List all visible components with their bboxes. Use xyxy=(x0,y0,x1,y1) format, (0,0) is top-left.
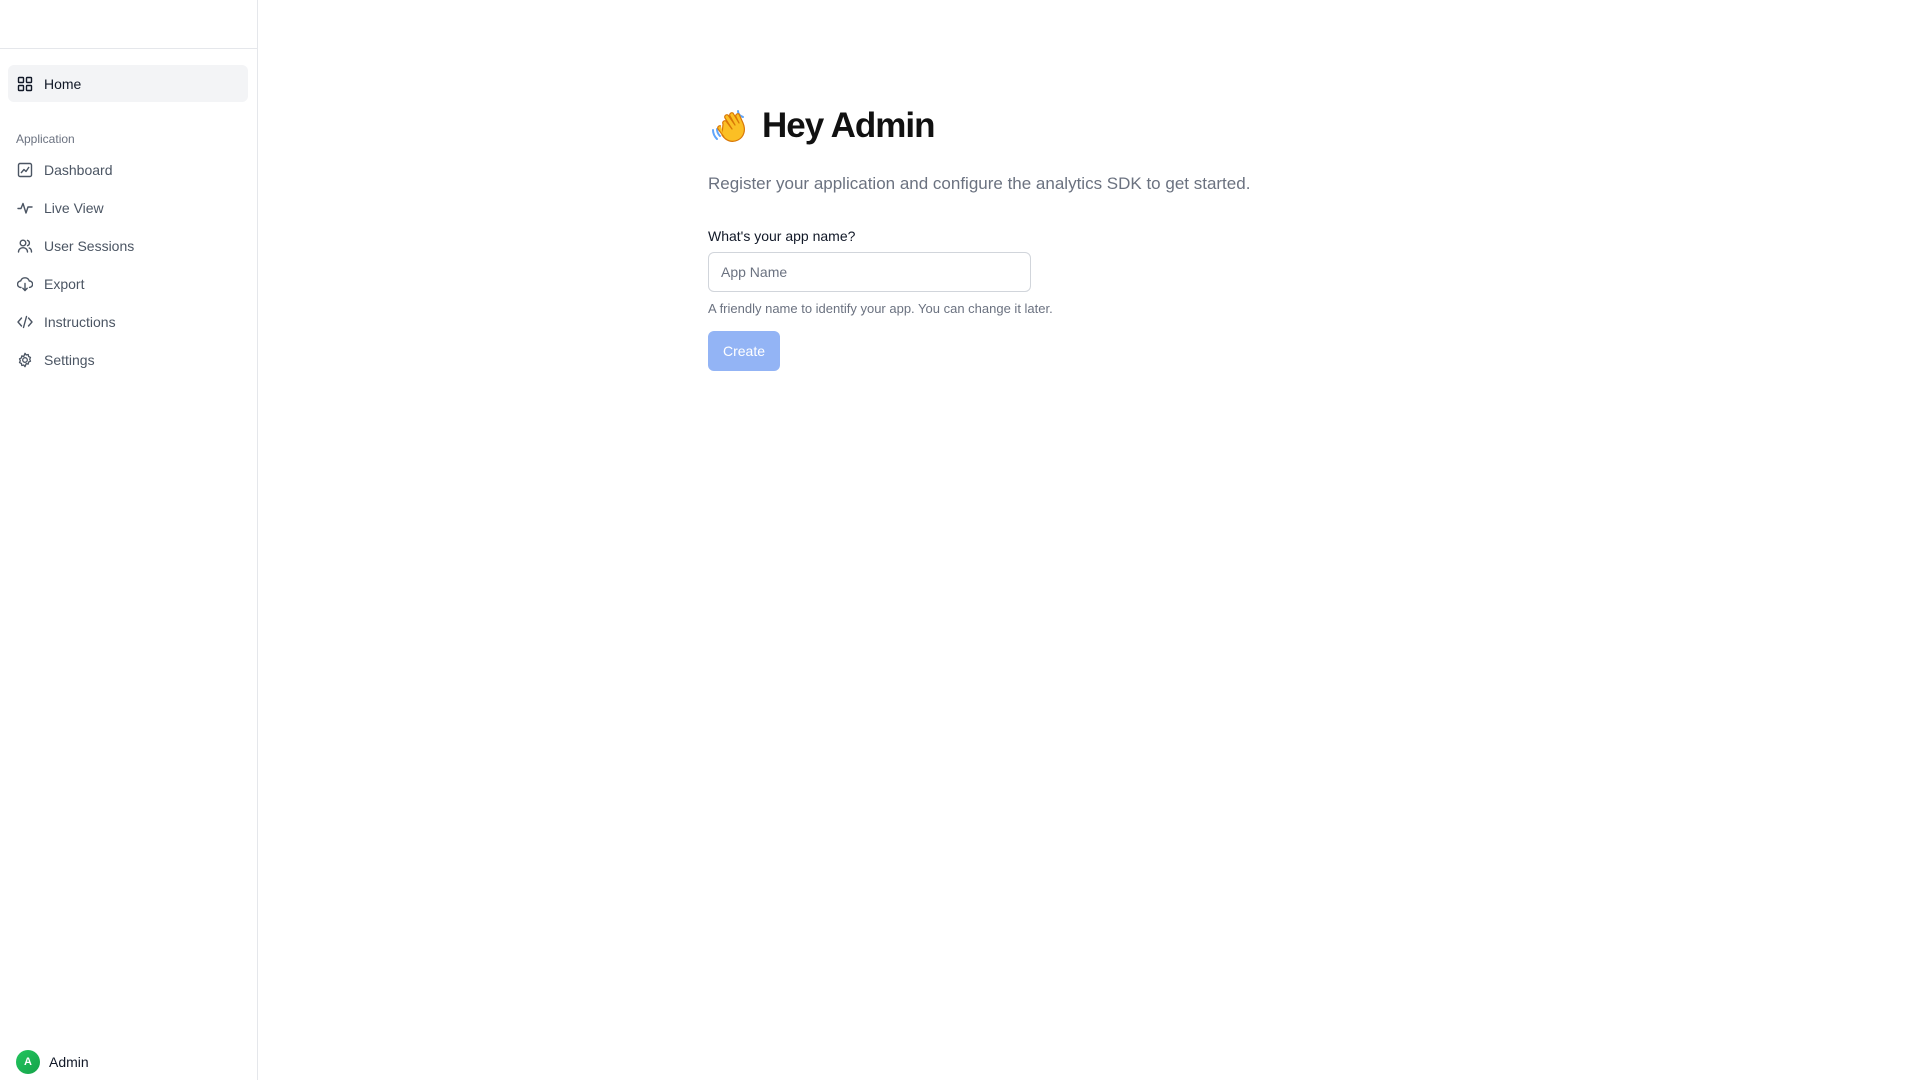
sidebar-item-label: Live View xyxy=(44,199,104,216)
page-subtitle: Register your application and configure … xyxy=(708,174,1251,193)
grid-icon xyxy=(16,75,34,93)
app-name-label: What's your app name? xyxy=(708,228,856,244)
sidebar: Home Application Dashboard Live View Use… xyxy=(0,0,258,1080)
sidebar-item-label: Export xyxy=(44,275,85,292)
cloud-download-icon xyxy=(16,275,34,293)
main-content: Hey Admin Register your application and … xyxy=(259,0,1920,1080)
page-title: Hey Admin xyxy=(762,106,936,145)
sidebar-item-user-sessions[interactable]: User Sessions xyxy=(8,227,248,264)
greeting-row: Hey Admin xyxy=(708,104,1408,148)
sidebar-item-dashboard[interactable]: Dashboard xyxy=(8,151,248,188)
sidebar-item-label: Dashboard xyxy=(44,161,113,178)
sidebar-header xyxy=(0,0,257,49)
gear-icon xyxy=(16,351,34,369)
app-name-helper: A friendly name to identify your app. Yo… xyxy=(708,301,1053,316)
sidebar-item-label: Settings xyxy=(44,351,95,368)
sidebar-item-instructions[interactable]: Instructions xyxy=(8,303,248,340)
activity-icon xyxy=(16,199,34,217)
sidebar-item-label: User Sessions xyxy=(44,237,135,254)
user-menu[interactable]: A Admin xyxy=(16,1050,89,1074)
sidebar-item-label: Home xyxy=(44,75,82,92)
onboarding-panel: Hey Admin Register your application and … xyxy=(708,104,1408,371)
sidebar-item-settings[interactable]: Settings xyxy=(8,341,248,378)
section-label-application: Application xyxy=(16,132,75,146)
sidebar-item-label: Instructions xyxy=(44,313,116,330)
sidebar-item-export[interactable]: Export xyxy=(8,265,248,302)
code-icon xyxy=(16,313,34,331)
waving-hand-icon xyxy=(708,104,752,148)
create-button[interactable]: Create xyxy=(708,331,780,371)
user-name: Admin xyxy=(49,1054,89,1070)
avatar: A xyxy=(16,1050,40,1074)
sidebar-item-home[interactable]: Home xyxy=(8,65,248,102)
sidebar-item-live-view[interactable]: Live View xyxy=(8,189,248,226)
users-icon xyxy=(16,237,34,255)
chart-icon xyxy=(16,161,34,179)
app-name-input[interactable] xyxy=(708,252,1031,292)
